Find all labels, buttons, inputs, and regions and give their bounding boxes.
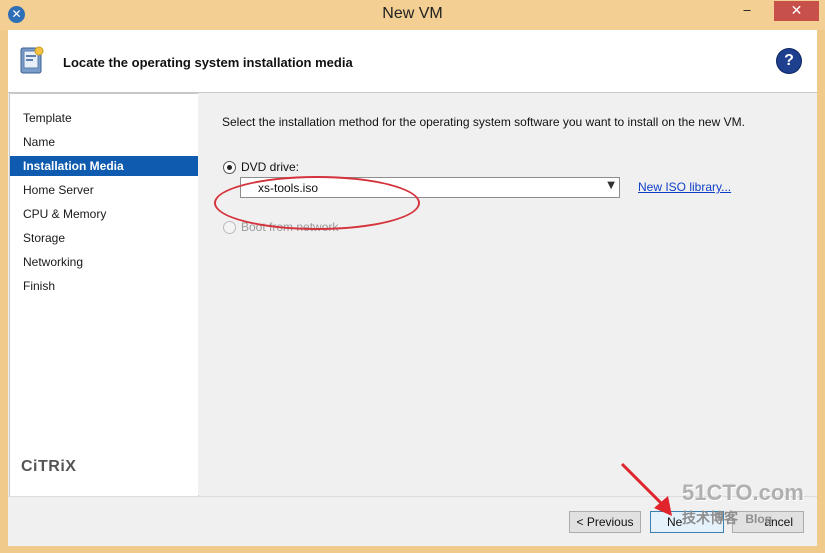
- wizard-client-area: Locate the operating system installation…: [8, 30, 817, 546]
- title-bar: ✕ New VM ‒ □ ✕: [0, 0, 825, 30]
- wizard-header: Locate the operating system installation…: [8, 30, 817, 93]
- app-window: ✕ New VM ‒ □ ✕ Locate the operating syst…: [0, 0, 825, 553]
- page-title: Locate the operating system installation…: [63, 55, 353, 70]
- minimize-button[interactable]: ‒: [732, 1, 762, 21]
- nav-item-name[interactable]: Name: [10, 132, 198, 152]
- window-title: New VM: [382, 5, 443, 22]
- help-icon[interactable]: ?: [777, 49, 801, 73]
- nav-item-cpu-memory[interactable]: CPU & Memory: [10, 204, 198, 224]
- nav-item-finish[interactable]: Finish: [10, 276, 198, 296]
- citrix-logo: CiTRiX: [21, 458, 77, 475]
- dvd-drive-label[interactable]: DVD drive:: [241, 160, 299, 174]
- annotation-arrow: [620, 462, 672, 516]
- nav-item-networking[interactable]: Networking: [10, 252, 198, 272]
- annotation-circle: [214, 176, 420, 230]
- wizard-nav: Template Name Installation Media Home Se…: [9, 93, 199, 497]
- install-media-icon: [20, 46, 44, 74]
- chevron-down-icon[interactable]: ▼: [607, 180, 615, 191]
- wizard-content: Select the installation method for the o…: [198, 93, 817, 495]
- close-button[interactable]: ✕: [774, 1, 819, 21]
- nav-item-home-server[interactable]: Home Server: [10, 180, 198, 200]
- nav-item-storage[interactable]: Storage: [10, 228, 198, 248]
- dvd-drive-radio[interactable]: [223, 161, 236, 174]
- watermark-brand: 51CTO.com: [682, 480, 804, 505]
- watermark-tagline: 技术博客: [682, 510, 738, 526]
- watermark-blog: Blog: [745, 512, 773, 526]
- instruction-text: Select the installation method for the o…: [222, 115, 745, 129]
- nav-item-template[interactable]: Template: [10, 108, 198, 128]
- boot-from-network-radio: [223, 221, 236, 234]
- new-iso-library-link[interactable]: New ISO library...: [638, 180, 731, 194]
- watermark: 51CTO.com 技术博客 Blog: [682, 480, 804, 528]
- nav-item-installation-media[interactable]: Installation Media: [10, 156, 198, 176]
